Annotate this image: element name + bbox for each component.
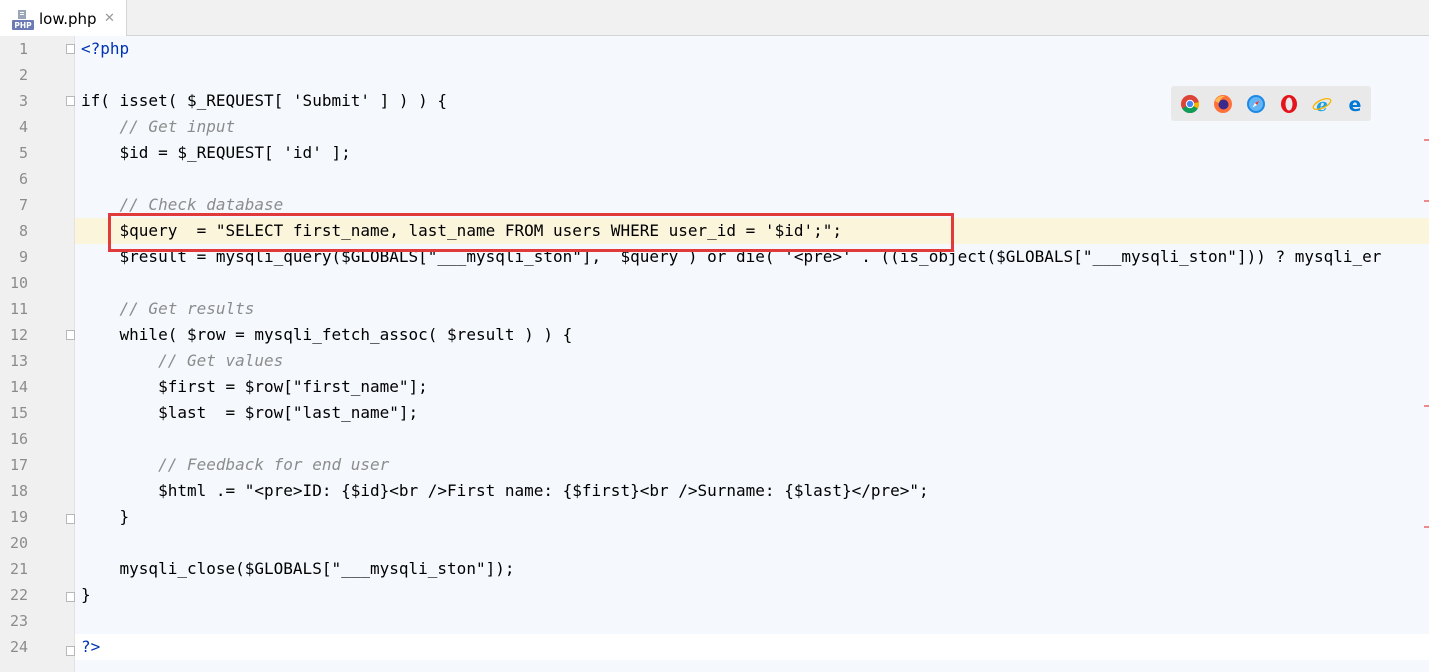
fold-marker[interactable] xyxy=(66,96,75,106)
code-line-text: while( $row = mysqli_fetch_assoc( $resul… xyxy=(81,325,573,344)
line-number: 9 xyxy=(18,248,28,266)
code-line-text: $first = $row["first_name"]; xyxy=(81,377,428,396)
tab-low-php[interactable]: PHP low.php ✕ xyxy=(0,0,127,36)
line-number: 7 xyxy=(18,196,28,214)
line-number: 12 xyxy=(9,326,28,344)
edge-icon[interactable]: e xyxy=(1345,94,1365,114)
code-line: // Feedback for end user xyxy=(75,452,1429,478)
line-number-gutter: 1 2 3 4 5 6 7 8 9 10 11 12 13 14 15 16 1… xyxy=(0,36,75,672)
code-line-text: } xyxy=(81,507,130,526)
line-number: 14 xyxy=(9,378,28,396)
close-icon[interactable]: ✕ xyxy=(104,9,115,29)
chrome-icon[interactable] xyxy=(1180,94,1200,114)
line-number: 6 xyxy=(18,170,28,188)
internet-explorer-icon[interactable]: e xyxy=(1312,94,1332,114)
fold-marker[interactable] xyxy=(66,592,75,602)
code-line-text: } xyxy=(81,585,91,604)
code-line-text: if( isset( $_REQUEST[ 'Submit' ] ) ) { xyxy=(81,91,448,110)
code-line: // Check database xyxy=(75,192,1429,218)
fold-marker[interactable] xyxy=(66,44,75,54)
safari-icon[interactable] xyxy=(1246,94,1266,114)
code-line: // Get values xyxy=(75,348,1429,374)
code-line: } xyxy=(75,582,1429,608)
line-number: 15 xyxy=(9,404,28,422)
line-number: 24 xyxy=(9,638,28,656)
line-number: 20 xyxy=(9,534,28,552)
code-line-text: // Get results xyxy=(81,299,255,318)
firefox-icon[interactable] xyxy=(1213,94,1233,114)
error-stripe-marker[interactable] xyxy=(1424,139,1429,141)
code-line: $first = $row["first_name"]; xyxy=(75,374,1429,400)
php-file-icon: PHP xyxy=(12,10,34,30)
code-editor[interactable]: <?php if( isset( $_REQUEST[ 'Submit' ] )… xyxy=(75,36,1429,672)
code-line-text: $last = $row["last_name"]; xyxy=(81,403,419,422)
code-line: } xyxy=(75,504,1429,530)
line-number: 23 xyxy=(9,612,28,630)
svg-text:e: e xyxy=(1349,94,1362,114)
code-line: $id = $_REQUEST[ 'id' ]; xyxy=(75,140,1429,166)
line-number: 11 xyxy=(9,300,28,318)
line-number: 18 xyxy=(9,482,28,500)
line-number: 8 xyxy=(18,222,28,240)
line-number: 4 xyxy=(18,118,28,136)
line-number: 2 xyxy=(18,66,28,84)
code-line-text: // Feedback for end user xyxy=(81,455,390,474)
fold-marker[interactable] xyxy=(66,514,75,524)
code-line: while( $row = mysqli_fetch_assoc( $resul… xyxy=(75,322,1429,348)
code-line: $last = $row["last_name"]; xyxy=(75,400,1429,426)
line-number: 13 xyxy=(9,352,28,370)
line-number: 5 xyxy=(18,144,28,162)
code-line-text: $result = mysqli_query($GLOBALS["___mysq… xyxy=(81,247,1382,266)
code-line-text: $query = "SELECT first_name, last_name F… xyxy=(81,221,842,240)
line-number: 1 xyxy=(18,40,28,58)
code-line: $html .= "<pre>ID: {$id}<br />First name… xyxy=(75,478,1429,504)
code-line-text: mysqli_close($GLOBALS["___mysqli_ston"])… xyxy=(81,559,515,578)
line-number: 21 xyxy=(9,560,28,578)
code-line-text: // Get values xyxy=(81,351,284,370)
fold-marker[interactable] xyxy=(66,646,75,656)
line-number: 10 xyxy=(9,274,28,292)
svg-text:e: e xyxy=(1316,95,1327,114)
code-line: mysqli_close($GLOBALS["___mysqli_ston"])… xyxy=(75,556,1429,582)
code-line-text: ?> xyxy=(81,637,101,656)
code-line-current: $query = "SELECT first_name, last_name F… xyxy=(75,218,1429,244)
error-stripe-marker[interactable] xyxy=(1424,405,1429,407)
editor-tab-bar: PHP low.php ✕ xyxy=(0,0,1429,36)
browser-preview-bar: e e xyxy=(1171,86,1371,121)
line-number: 16 xyxy=(9,430,28,448)
line-number: 22 xyxy=(9,586,28,604)
code-line-text: <?php xyxy=(81,39,130,58)
code-line-text: // Check database xyxy=(81,195,284,214)
code-line: $result = mysqli_query($GLOBALS["___mysq… xyxy=(75,244,1429,270)
fold-marker[interactable] xyxy=(66,330,75,340)
tab-filename: low.php xyxy=(39,10,97,28)
svg-text:PHP: PHP xyxy=(14,21,32,30)
code-line-text: $html .= "<pre>ID: {$id}<br />First name… xyxy=(81,481,929,500)
code-line: <?php xyxy=(75,36,1429,62)
line-number: 19 xyxy=(9,508,28,526)
code-line: ?> xyxy=(75,634,1429,660)
code-line: // Get results xyxy=(75,296,1429,322)
ide-window: PHP low.php ✕ 1 2 3 4 5 6 7 8 9 10 11 12… xyxy=(0,0,1429,672)
line-number: 3 xyxy=(18,92,28,110)
code-line-text: // Get input xyxy=(81,117,236,136)
error-stripe-marker[interactable] xyxy=(1424,526,1429,528)
error-stripe-marker[interactable] xyxy=(1424,200,1429,202)
code-line-text: $id = $_REQUEST[ 'id' ]; xyxy=(81,143,351,162)
line-number: 17 xyxy=(9,456,28,474)
opera-icon[interactable] xyxy=(1279,94,1299,114)
